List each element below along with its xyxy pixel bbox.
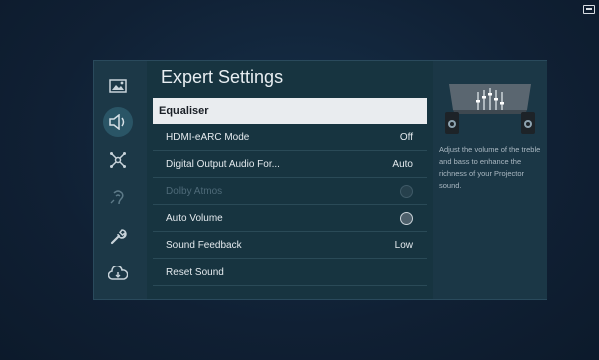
menu-item-reset-sound[interactable]: Reset Sound [153,259,427,286]
screen-mode-icon [583,5,595,14]
page-title: Expert Settings [161,67,284,87]
menu-item-auto-volume[interactable]: Auto Volume [153,205,427,232]
menu-item-value: Auto [392,158,413,170]
menu-item-label: Sound Feedback [166,239,242,251]
connection-icon[interactable] [107,149,129,171]
menu-item-sound-feedback[interactable]: Sound Feedback Low [153,232,427,259]
equaliser-illustration [441,80,539,138]
tv-screen: Expert Settings Equaliser HDMI-eARC Mode… [0,0,599,360]
menu-item-equaliser[interactable]: Equaliser [153,98,427,124]
menu-item-label: Auto Volume [166,212,223,224]
sound-icon[interactable] [103,107,133,137]
menu-item-dolby-atmos: Dolby Atmos [153,178,427,205]
menu-item-label: Reset Sound [166,266,224,278]
menu-item-label: Digital Output Audio For... [166,158,280,170]
menu-item-label: HDMI-eARC Mode [166,131,250,143]
menu-item-digital-output-audio-format[interactable]: Digital Output Audio For... Auto [153,151,427,178]
accessibility-icon[interactable] [107,187,129,209]
auto-volume-toggle[interactable] [400,211,413,225]
menu-item-value: Low [394,239,413,251]
picture-icon[interactable] [107,75,129,97]
category-rail [94,61,147,299]
settings-menu: Equaliser HDMI-eARC Mode Off Digital Out… [153,98,427,286]
menu-item-hdmi-earc-mode[interactable]: HDMI-eARC Mode Off [153,124,427,151]
menu-item-label: Dolby Atmos [166,185,223,197]
dolby-atmos-toggle [400,184,413,198]
settings-panel: Expert Settings Equaliser HDMI-eARC Mode… [93,60,547,300]
settings-main: Expert Settings Equaliser HDMI-eARC Mode… [147,61,433,299]
support-icon[interactable] [107,226,129,248]
menu-item-value: Off [399,131,413,143]
cloud-icon[interactable] [107,263,129,285]
menu-item-label: Equaliser [159,105,209,117]
info-description: Adjust the volume of the treble and bass… [439,145,541,190]
info-pane: Adjust the volume of the treble and bass… [433,61,547,299]
